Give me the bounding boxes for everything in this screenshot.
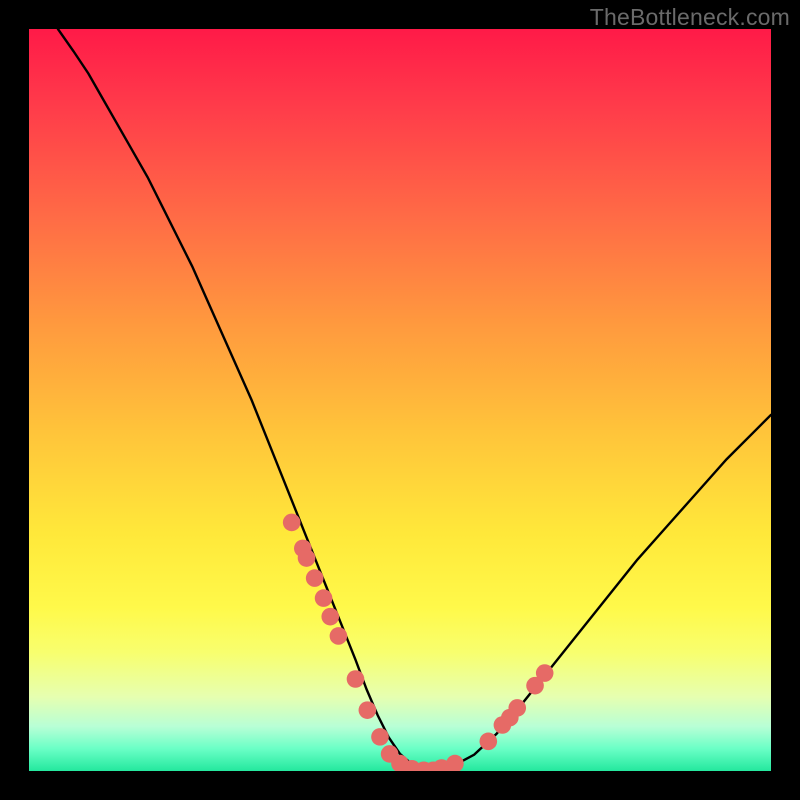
- marker-point: [347, 670, 365, 688]
- bottleneck-curve: [58, 29, 771, 770]
- curve-group: [58, 29, 771, 770]
- marker-point: [371, 728, 389, 746]
- marker-point: [359, 701, 377, 719]
- marker-point: [480, 733, 498, 751]
- marker-point: [330, 627, 348, 645]
- marker-point: [536, 664, 554, 682]
- marker-point: [446, 755, 464, 771]
- watermark-text: TheBottleneck.com: [590, 4, 790, 31]
- chart-frame: TheBottleneck.com: [0, 0, 800, 800]
- marker-point: [283, 514, 301, 532]
- marker-point: [306, 569, 324, 587]
- plot-area: [29, 29, 771, 771]
- chart-svg: [29, 29, 771, 771]
- marker-point: [298, 549, 316, 567]
- marker-group: [283, 514, 554, 771]
- marker-point: [321, 608, 339, 626]
- marker-point: [508, 699, 526, 717]
- marker-point: [315, 589, 333, 607]
